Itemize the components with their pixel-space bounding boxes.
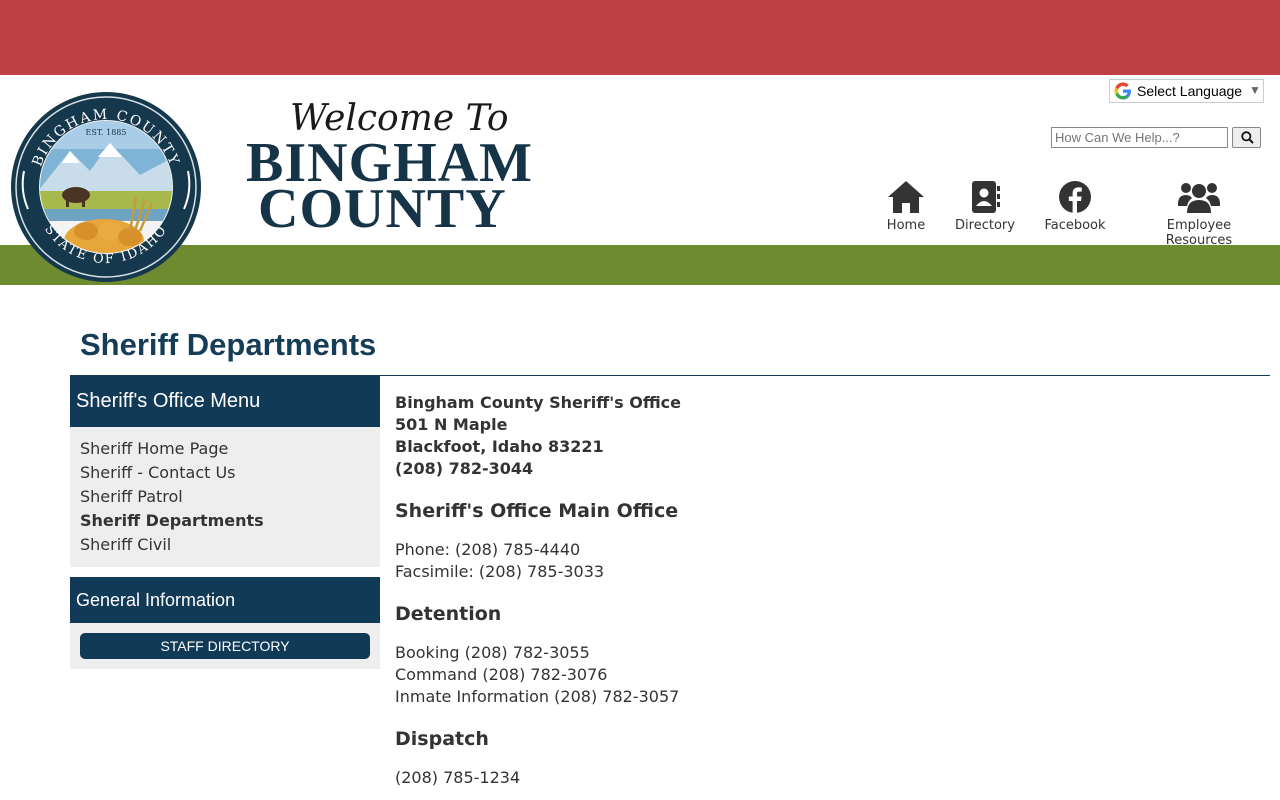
sidebar-item-sheriff-home[interactable]: Sheriff Home Page [70,437,380,461]
home-icon [888,181,924,213]
nav-facebook[interactable]: Facebook [1044,180,1106,233]
sidebar-item-patrol[interactable]: Sheriff Patrol [70,485,380,509]
sidebar-info: STAFF DIRECTORY [70,623,380,669]
main-office-fax: Facsimile: (208) 785-3033 [395,562,605,581]
sidebar-menu: Sheriff Home Page Sheriff - Contact Us S… [70,427,380,567]
users-icon [1178,183,1220,213]
detention-heading: Detention [395,603,502,625]
search-input[interactable] [1051,127,1228,148]
main-office-heading: Sheriff's Office Main Office [395,500,679,522]
county-seal-logo[interactable]: BINGHAM COUNTY EST. 1885 STATE OF IDAHO [10,91,202,283]
office-name: Bingham County Sheriff's Office [395,393,681,412]
page-title: Sheriff Departments [80,327,377,362]
nav-employee-resources-label: Employee Resources [1165,218,1233,248]
nav-directory[interactable]: Directory [955,180,1015,233]
main-content: Bingham County Sheriff's Office 501 N Ma… [395,392,1255,789]
address-block: Bingham County Sheriff's Office 501 N Ma… [395,392,1255,480]
facebook-icon [1059,181,1091,214]
nav-facebook-label: Facebook [1044,218,1106,233]
top-banner [0,0,1280,75]
sidebar-item-contact-us[interactable]: Sheriff - Contact Us [70,461,380,485]
office-city: Blackfoot, Idaho 83221 [395,437,604,456]
search-button[interactable] [1232,127,1261,148]
dispatch-heading: Dispatch [395,728,489,750]
nav-home-label: Home [886,218,926,233]
staff-directory-button[interactable]: STAFF DIRECTORY [80,633,370,659]
nav-directory-label: Directory [955,218,1015,233]
sidebar-menu-title: Sheriff's Office Menu [70,376,380,427]
sidebar-item-departments[interactable]: Sheriff Departments [70,509,380,533]
google-icon [1114,82,1131,100]
county-name-line2: County [258,178,507,240]
office-street: 501 N Maple [395,415,508,434]
language-select[interactable]: Select Language ▼ [1109,79,1264,103]
detention-inmate-info: Inmate Information (208) 782-3057 [395,687,680,706]
dispatch-phone: (208) 785-1234 [395,768,521,787]
nav-home[interactable]: Home [883,180,929,233]
office-phone: (208) 782-3044 [395,459,534,478]
detention-booking: Booking (208) 782-3055 [395,643,590,662]
detention-command: Command (208) 782-3076 [395,665,608,684]
seal-est-text: EST. 1885 [86,128,127,137]
contact-book-icon [972,181,1000,213]
sidebar-info-title: General Information [70,577,380,623]
main-office-phone: Phone: (208) 785-4440 [395,540,581,559]
nav-employee-resources[interactable]: Employee Resources [1136,180,1262,248]
search-icon [1241,131,1254,144]
sidebar-item-civil[interactable]: Sheriff Civil [70,533,380,557]
language-select-label: Select Language [1137,83,1243,99]
chevron-down-icon: ▼ [1249,83,1261,97]
county-name-logo[interactable]: Bingham County [246,135,533,240]
